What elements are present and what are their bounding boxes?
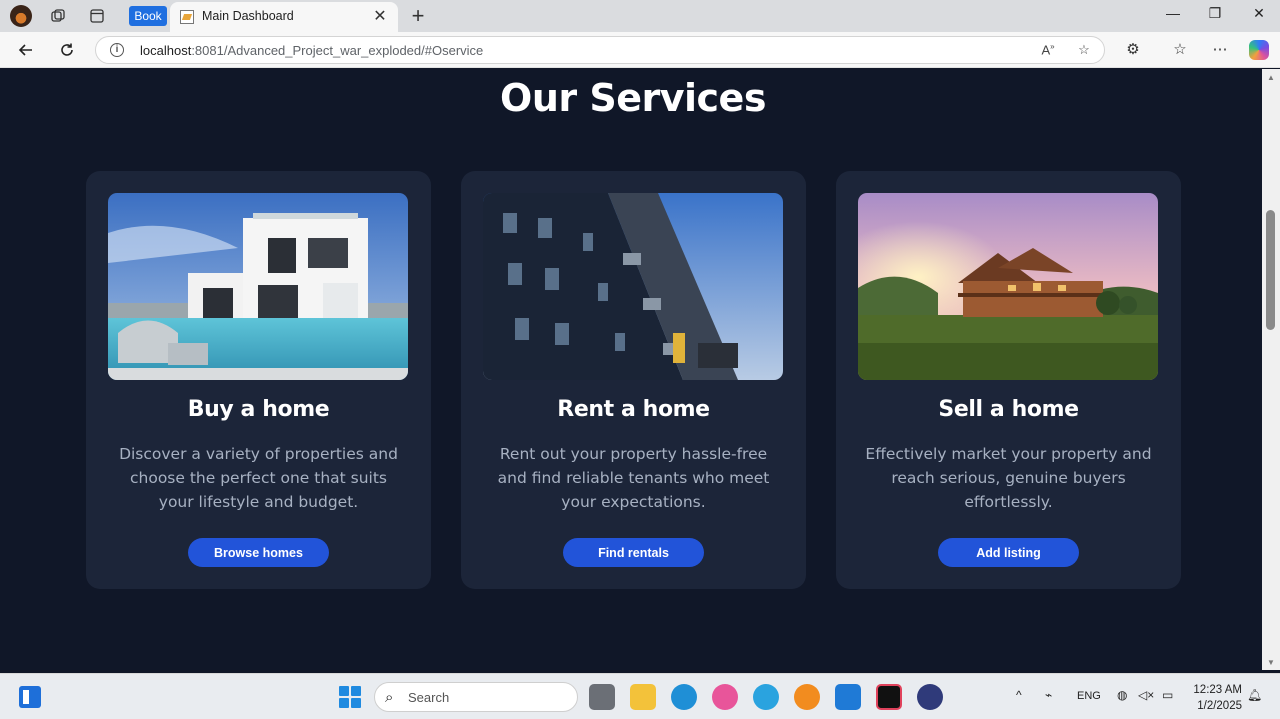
network-icon[interactable]: ⌁	[1045, 688, 1052, 702]
back-button[interactable]	[14, 38, 38, 62]
notifications-bell-icon[interactable]: 🔔︎	[1247, 688, 1262, 702]
clock-date: 1/2/2025	[1197, 700, 1242, 712]
page-viewport: Our Services Buy a home Discover a varie…	[4, 69, 1262, 670]
workspaces-icon[interactable]	[49, 7, 67, 25]
tab-book[interactable]: Book	[129, 6, 167, 26]
volume-muted-icon[interactable]: ◁×	[1138, 688, 1154, 702]
scroll-thumb[interactable]	[1266, 210, 1275, 330]
card-description: Discover a variety of properties and cho…	[119, 445, 398, 511]
telegram-icon[interactable]	[753, 684, 779, 710]
profile-avatar-icon[interactable]	[10, 5, 32, 27]
apartment-building-image	[483, 193, 783, 380]
url-path: :8081/Advanced_Project_war_exploded/#Ose…	[191, 43, 484, 58]
read-aloud-icon[interactable]: A»	[1039, 42, 1057, 60]
favorite-star-icon[interactable]: ☆	[1075, 42, 1093, 60]
card-title: Rent a home	[557, 397, 710, 422]
intellij-icon[interactable]	[876, 684, 902, 710]
tab-close-icon[interactable]: ✕	[370, 6, 390, 26]
refresh-button[interactable]	[55, 38, 79, 62]
find-rentals-button[interactable]: Find rentals	[563, 538, 704, 567]
globe-icon[interactable]: ◍	[1117, 688, 1127, 702]
site-info-icon[interactable]: i	[110, 43, 124, 57]
battery-icon[interactable]: ▭	[1162, 688, 1173, 702]
copilot-icon[interactable]	[1249, 40, 1269, 60]
taskbar-search-input[interactable]: ⌕ Search	[374, 682, 578, 712]
more-menu-icon[interactable]: ⋯	[1210, 40, 1230, 60]
card-description: Rent out your property hassle-free and f…	[497, 445, 770, 511]
favicon-icon	[180, 10, 194, 24]
vertical-scrollbar[interactable]: ▲ ▼	[1262, 69, 1280, 670]
url-host: localhost	[140, 43, 192, 58]
url-bar[interactable]: i localhost:8081/Advanced_Project_war_ex…	[95, 36, 1105, 64]
new-tab-button[interactable]: +	[406, 3, 430, 29]
edge-browser-icon[interactable]	[671, 684, 697, 710]
tab-title: Main Dashboard	[202, 9, 294, 23]
browse-homes-button[interactable]: Browse homes	[188, 538, 329, 567]
show-hidden-icons-icon[interactable]: ^	[1016, 688, 1022, 702]
add-listing-button[interactable]: Add listing	[938, 538, 1079, 567]
service-card-sell: Sell a home Effectively market your prop…	[836, 171, 1181, 589]
section-title: Our Services	[500, 76, 766, 120]
tab-main-dashboard[interactable]: Main Dashboard ✕	[170, 2, 398, 32]
service-card-buy: Buy a home Discover a variety of propert…	[86, 171, 431, 589]
music-app-icon[interactable]	[712, 684, 738, 710]
windows-taskbar: ⌕ Search ^ ⌁ ENG ◍ ◁× ▭ 12:23 AM 1/2/202…	[0, 673, 1280, 719]
url-text[interactable]: localhost:8081/Advanced_Project_war_expl…	[140, 43, 483, 58]
favorites-icon[interactable]: ☆	[1170, 40, 1190, 60]
card-title: Buy a home	[187, 397, 330, 422]
language-indicator[interactable]: ENG	[1077, 690, 1101, 702]
maximize-button[interactable]: ❐	[1200, 5, 1230, 22]
widgets-icon[interactable]	[19, 686, 41, 708]
service-card-rent: Rent a home Rent out your property hassl…	[461, 171, 806, 589]
task-view-icon[interactable]	[589, 684, 615, 710]
scroll-down-arrow-icon[interactable]: ▼	[1267, 658, 1275, 667]
eclipse-icon[interactable]	[917, 684, 943, 710]
browser-app-icon[interactable]	[794, 684, 820, 710]
tab-actions-icon[interactable]	[88, 7, 106, 25]
modern-villa-image	[108, 193, 408, 380]
card-title: Sell a home	[938, 397, 1079, 422]
start-menu-icon[interactable]	[339, 686, 361, 708]
system-clock[interactable]: 12:23 AM 1/2/2025	[1180, 682, 1242, 714]
scroll-up-arrow-icon[interactable]: ▲	[1267, 73, 1275, 82]
card-description: Effectively market your property and rea…	[865, 445, 1152, 511]
search-icon: ⌕	[385, 689, 394, 706]
clock-time: 12:23 AM	[1193, 684, 1242, 696]
close-window-button[interactable]: ✕	[1244, 5, 1274, 22]
browser-tab-bar: Book Main Dashboard ✕ + — ❐ ✕	[0, 0, 1280, 32]
minimize-button[interactable]: —	[1158, 5, 1188, 21]
address-toolbar: i localhost:8081/Advanced_Project_war_ex…	[0, 32, 1280, 68]
sunset-house-image	[858, 193, 1158, 380]
search-placeholder: Search	[408, 690, 450, 705]
vscode-icon[interactable]	[835, 684, 861, 710]
extensions-icon[interactable]: ⚙	[1123, 40, 1143, 60]
file-explorer-icon[interactable]	[630, 684, 656, 710]
